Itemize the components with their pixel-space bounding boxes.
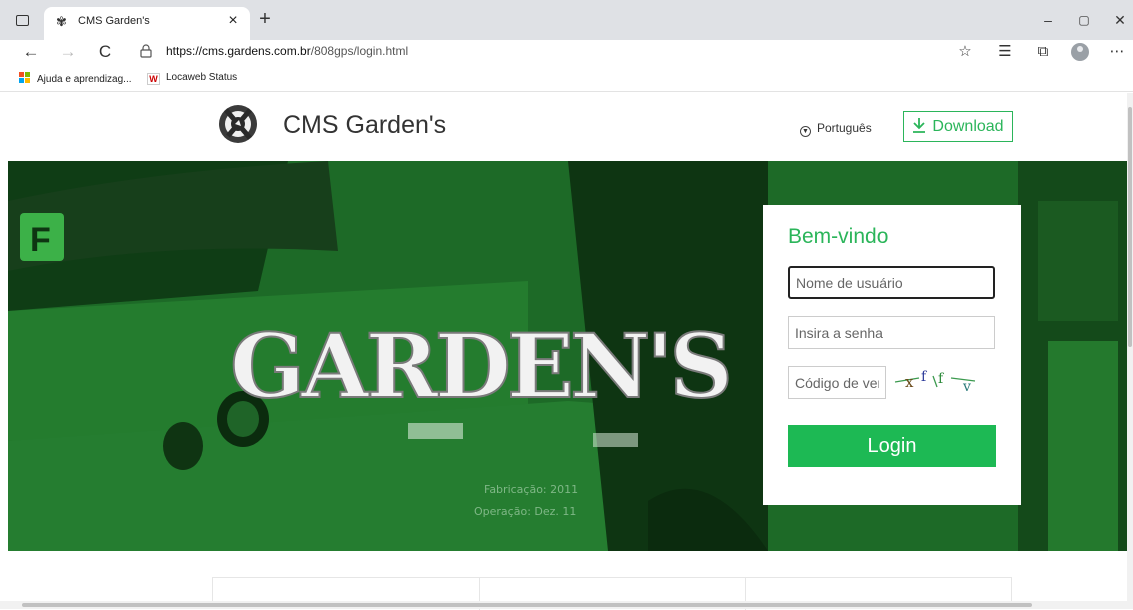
restore-button[interactable]: ▢ [1069, 8, 1099, 32]
site-header: CMS Garden's ▼ Português Download [0, 93, 1133, 161]
sign-text-2: Operação: Dez. 11 [474, 505, 576, 518]
address-toolbar: ← → C https://cms.gardens.com.br/808gps/… [0, 40, 1133, 66]
collections-icon[interactable]: ⧉ [1030, 40, 1056, 64]
horizontal-scrollbar[interactable] [0, 601, 1133, 609]
forward-button[interactable]: → [55, 40, 81, 64]
download-icon [912, 114, 926, 133]
tab-actions-icon[interactable] [10, 10, 36, 32]
scrollbar-thumb[interactable] [1128, 107, 1132, 347]
tab-close-icon[interactable]: × [224, 12, 242, 30]
svg-text:f: f [921, 369, 928, 385]
login-button[interactable]: Login [788, 425, 996, 467]
microsoft-icon [19, 72, 31, 84]
svg-text:F: F [30, 221, 51, 259]
url-text[interactable]: https://cms.gardens.com.br/808gps/login.… [166, 44, 408, 58]
tab-title: CMS Garden's [78, 15, 150, 27]
scrollbar-thumb[interactable] [22, 603, 1032, 607]
url-bar[interactable]: https://cms.gardens.com.br/808gps/login.… [128, 40, 988, 64]
download-label: Download [932, 118, 1004, 135]
password-input[interactable] [788, 316, 995, 349]
back-button[interactable]: ← [18, 40, 44, 64]
site-title: CMS Garden's [283, 111, 447, 139]
vertical-scrollbar[interactable] [1127, 93, 1133, 601]
download-button[interactable]: Download [903, 111, 1013, 142]
hero-banner: F Fabricação: 2011 Operação: Dez. 11 GAR… [8, 161, 1127, 551]
browser-tab[interactable]: ✾ CMS Garden's × [44, 7, 250, 40]
url-path: /808gps/login.html [310, 44, 409, 58]
bookmark-ajuda[interactable]: Ajuda e aprendizag... [19, 72, 132, 85]
bookmark-label: Locaweb Status [166, 72, 238, 83]
site-favicon-icon: ✾ [56, 14, 67, 29]
svg-text:v: v [962, 379, 971, 395]
captcha-input[interactable] [788, 366, 886, 399]
close-window-button[interactable]: ✕ [1105, 8, 1133, 32]
w-icon: W [147, 73, 160, 85]
more-menu-icon[interactable]: ⋯ [1104, 40, 1130, 64]
gardens-brand-logo: GARDEN'S [229, 313, 734, 419]
captcha-image[interactable]: x f f v [893, 365, 979, 397]
chevron-down-icon: ▼ [800, 126, 811, 137]
username-input[interactable] [788, 266, 995, 299]
welcome-heading: Bem-vindo [788, 225, 889, 248]
bookmarks-bar: Ajuda e aprendizag... W Locaweb Status [0, 66, 1133, 92]
site-logo [216, 102, 260, 146]
new-tab-button[interactable]: + [254, 9, 276, 31]
page-content: CMS Garden's ▼ Português Download F Fabr… [0, 93, 1133, 610]
svg-text:f: f [938, 371, 945, 387]
minimize-button[interactable]: – [1033, 8, 1063, 32]
language-label: Português [817, 121, 872, 135]
browser-tab-bar: ✾ CMS Garden's × + – ▢ ✕ [0, 0, 1133, 40]
lock-icon[interactable] [140, 44, 154, 60]
favorites-list-icon[interactable]: ☰ [992, 40, 1018, 64]
url-host: https://cms.gardens.com.br [166, 44, 311, 58]
login-panel: Bem-vindo x f f v Login [763, 205, 1021, 505]
svg-text:GARDEN'S: GARDEN'S [230, 314, 729, 418]
svg-text:x: x [905, 373, 914, 391]
language-selector[interactable]: ▼ Português [800, 121, 872, 137]
bookmark-locaweb[interactable]: W Locaweb Status [147, 72, 237, 85]
sign-text-1: Fabricação: 2011 [484, 483, 578, 496]
favorite-star-icon[interactable]: ☆ [952, 40, 978, 64]
reload-button[interactable]: C [92, 40, 118, 64]
profile-avatar[interactable] [1071, 43, 1089, 61]
bookmark-label: Ajuda e aprendizag... [37, 74, 132, 85]
